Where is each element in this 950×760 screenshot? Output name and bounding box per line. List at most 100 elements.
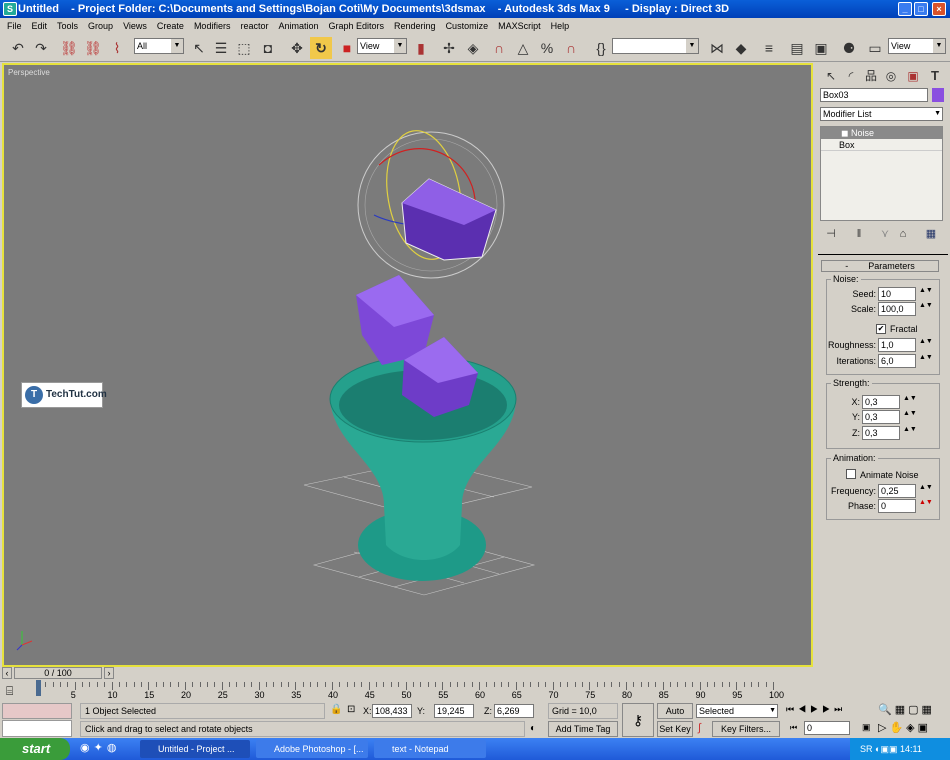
rectangular-selection-icon[interactable]: ⬚ bbox=[233, 37, 255, 59]
fractal-checkbox[interactable]: ✔ bbox=[876, 324, 886, 334]
bind-space-warp-icon[interactable]: ⌇ bbox=[106, 37, 128, 59]
link-icon[interactable]: ⛓ bbox=[58, 37, 80, 59]
phase-field[interactable]: 0 bbox=[878, 499, 916, 513]
absolute-mode-icon[interactable]: ⊡ bbox=[347, 704, 355, 715]
modifier-stack[interactable]: ◼ Noise Box bbox=[820, 126, 943, 221]
manipulate-icon[interactable]: ✢ bbox=[438, 37, 460, 59]
utilities-tab-icon[interactable]: T bbox=[924, 65, 946, 87]
select-and-move-icon[interactable]: ✥ bbox=[286, 37, 308, 59]
mini-curve-editor-icon[interactable]: ⌸ bbox=[6, 684, 13, 699]
viewport-nav-bottom[interactable]: ▷✋◈▣ bbox=[878, 721, 931, 734]
current-time-marker[interactable] bbox=[36, 680, 41, 696]
stack-item-box[interactable]: Box bbox=[821, 139, 942, 151]
lock-selection-icon[interactable]: 🔒 bbox=[330, 704, 342, 715]
start-button[interactable]: start bbox=[0, 738, 70, 760]
menu-graph-editors[interactable]: Graph Editors bbox=[324, 18, 390, 34]
frequency-field[interactable]: 0,25 bbox=[878, 484, 916, 498]
language-indicator[interactable]: SR bbox=[860, 744, 873, 754]
add-time-tag-button[interactable]: Add Time Tag bbox=[548, 721, 618, 737]
menu-rendering[interactable]: Rendering bbox=[389, 18, 441, 34]
maxscript-listener-white[interactable] bbox=[2, 720, 72, 737]
schematic-view-icon[interactable]: ▣ bbox=[810, 37, 832, 59]
select-and-rotate-icon[interactable]: ↻ bbox=[310, 37, 332, 59]
named-selection-dropdown[interactable]: ▼ bbox=[612, 38, 699, 54]
animate-noise-checkbox[interactable] bbox=[846, 469, 856, 479]
maximize-button[interactable]: □ bbox=[914, 2, 928, 16]
motion-tab-icon[interactable]: ◎ bbox=[880, 65, 902, 87]
render-view-dropdown[interactable]: View ▼ bbox=[888, 38, 946, 54]
spinner-snap-icon[interactable]: ∩ bbox=[560, 37, 582, 59]
object-name-field[interactable]: Box03 bbox=[820, 88, 928, 102]
strength-x-field[interactable]: 0,3 bbox=[862, 395, 900, 409]
iterations-spinner[interactable]: ▲▼ bbox=[919, 354, 933, 368]
selection-filter-dropdown[interactable]: All ▼ bbox=[134, 38, 184, 54]
menu-reactor[interactable]: reactor bbox=[235, 18, 273, 34]
parameters-rollout-header[interactable]: - Parameters bbox=[821, 260, 939, 272]
current-frame-field[interactable]: 0 bbox=[804, 721, 850, 735]
y-coordinate-field[interactable]: 19,245 bbox=[434, 704, 474, 718]
mirror-icon[interactable]: ⋈ bbox=[706, 37, 728, 59]
viewport-nav-top[interactable]: 🔍▦▢▦ bbox=[878, 703, 935, 716]
menu-file[interactable]: File bbox=[2, 18, 27, 34]
stack-item-noise[interactable]: ◼ Noise bbox=[821, 127, 942, 139]
playback-controls[interactable]: ⏮◀▶▶⏭ bbox=[786, 704, 846, 715]
iterations-field[interactable]: 6,0 bbox=[878, 354, 916, 368]
pin-stack-icon[interactable]: ⊣ bbox=[820, 223, 842, 245]
time-next-button[interactable]: › bbox=[104, 667, 114, 679]
menu-create[interactable]: Create bbox=[152, 18, 189, 34]
unlink-icon[interactable]: ⛓ bbox=[82, 37, 104, 59]
show-end-result-icon[interactable]: ‖ bbox=[848, 223, 870, 245]
quick-launch-icons[interactable]: ◉✦◍ bbox=[80, 741, 120, 754]
scale-field[interactable]: 100,0 bbox=[878, 302, 916, 316]
remove-modifier-icon[interactable]: ⌂ bbox=[892, 223, 914, 245]
percent-snap-icon[interactable]: % bbox=[536, 37, 558, 59]
pivot-center-icon[interactable]: ▮ bbox=[410, 37, 432, 59]
modifier-list-dropdown[interactable]: Modifier List ▼ bbox=[820, 107, 943, 121]
menu-views[interactable]: Views bbox=[118, 18, 152, 34]
select-by-name-icon[interactable]: ☰ bbox=[210, 37, 232, 59]
strength-x-spinner[interactable]: ▲▼ bbox=[903, 395, 917, 409]
roughness-spinner[interactable]: ▲▼ bbox=[919, 338, 933, 352]
x-coordinate-field[interactable]: 108,433 bbox=[372, 704, 412, 718]
object-color-swatch[interactable] bbox=[932, 88, 944, 102]
close-button[interactable]: × bbox=[932, 2, 946, 16]
task-3dsmax[interactable]: Untitled - Project ... bbox=[140, 740, 250, 758]
strength-y-spinner[interactable]: ▲▼ bbox=[903, 410, 917, 424]
edit-named-selection-icon[interactable]: {} bbox=[590, 37, 612, 59]
strength-z-field[interactable]: 0,3 bbox=[862, 426, 900, 440]
window-crossing-icon[interactable]: ◘ bbox=[257, 37, 279, 59]
strength-y-field[interactable]: 0,3 bbox=[862, 410, 900, 424]
track-bar[interactable]: 5 10 15 20 25 30 35 40 45 50 55 60 65 70 75 80 85 90 95 100 bbox=[36, 680, 784, 702]
render-scene-icon[interactable]: ▭ bbox=[864, 37, 886, 59]
display-tab-icon[interactable]: ▣ bbox=[902, 65, 924, 87]
angle-snap-icon[interactable]: △ bbox=[512, 37, 534, 59]
menu-animation[interactable]: Animation bbox=[273, 18, 323, 34]
time-config-icon[interactable]: ▣ bbox=[862, 722, 871, 733]
scale-spinner[interactable]: ▲▼ bbox=[919, 302, 933, 316]
key-filters-button[interactable]: Key Filters... bbox=[712, 721, 780, 737]
menu-modifiers[interactable]: Modifiers bbox=[189, 18, 236, 34]
key-mode-toggle-icon[interactable]: ⏮ bbox=[790, 723, 797, 733]
frequency-spinner[interactable]: ▲▼ bbox=[919, 484, 933, 498]
strength-z-spinner[interactable]: ▲▼ bbox=[903, 426, 917, 440]
z-coordinate-field[interactable]: 6,269 bbox=[494, 704, 534, 718]
phase-spinner[interactable]: ▲▼ bbox=[919, 499, 933, 513]
layer-manager-icon[interactable]: ≡ bbox=[758, 37, 780, 59]
time-slider[interactable]: ‹ 0 / 100 › bbox=[0, 667, 115, 680]
redo-icon[interactable]: ↷ bbox=[30, 37, 52, 59]
reference-coordinate-dropdown[interactable]: View ▼ bbox=[357, 38, 407, 54]
create-tab-icon[interactable]: ↖ bbox=[820, 65, 842, 87]
menu-tools[interactable]: Tools bbox=[52, 18, 83, 34]
select-object-icon[interactable]: ↖ bbox=[188, 37, 210, 59]
keyboard-shortcut-icon[interactable]: ◈ bbox=[462, 37, 484, 59]
curve-editor-icon[interactable]: ▤ bbox=[786, 37, 808, 59]
menu-edit[interactable]: Edit bbox=[27, 18, 53, 34]
modify-tab-icon[interactable]: ◜ bbox=[840, 65, 862, 87]
default-tangent-icon[interactable]: ∫ bbox=[698, 722, 701, 734]
time-slider-thumb[interactable]: 0 / 100 bbox=[14, 667, 102, 679]
minimize-button[interactable]: _ bbox=[898, 2, 912, 16]
material-editor-icon[interactable]: ⚈ bbox=[838, 37, 860, 59]
key-mode-dropdown[interactable]: Selected ▼ bbox=[696, 704, 778, 718]
seed-spinner[interactable]: ▲▼ bbox=[919, 287, 933, 301]
set-key-button[interactable]: Set Key bbox=[657, 721, 693, 737]
